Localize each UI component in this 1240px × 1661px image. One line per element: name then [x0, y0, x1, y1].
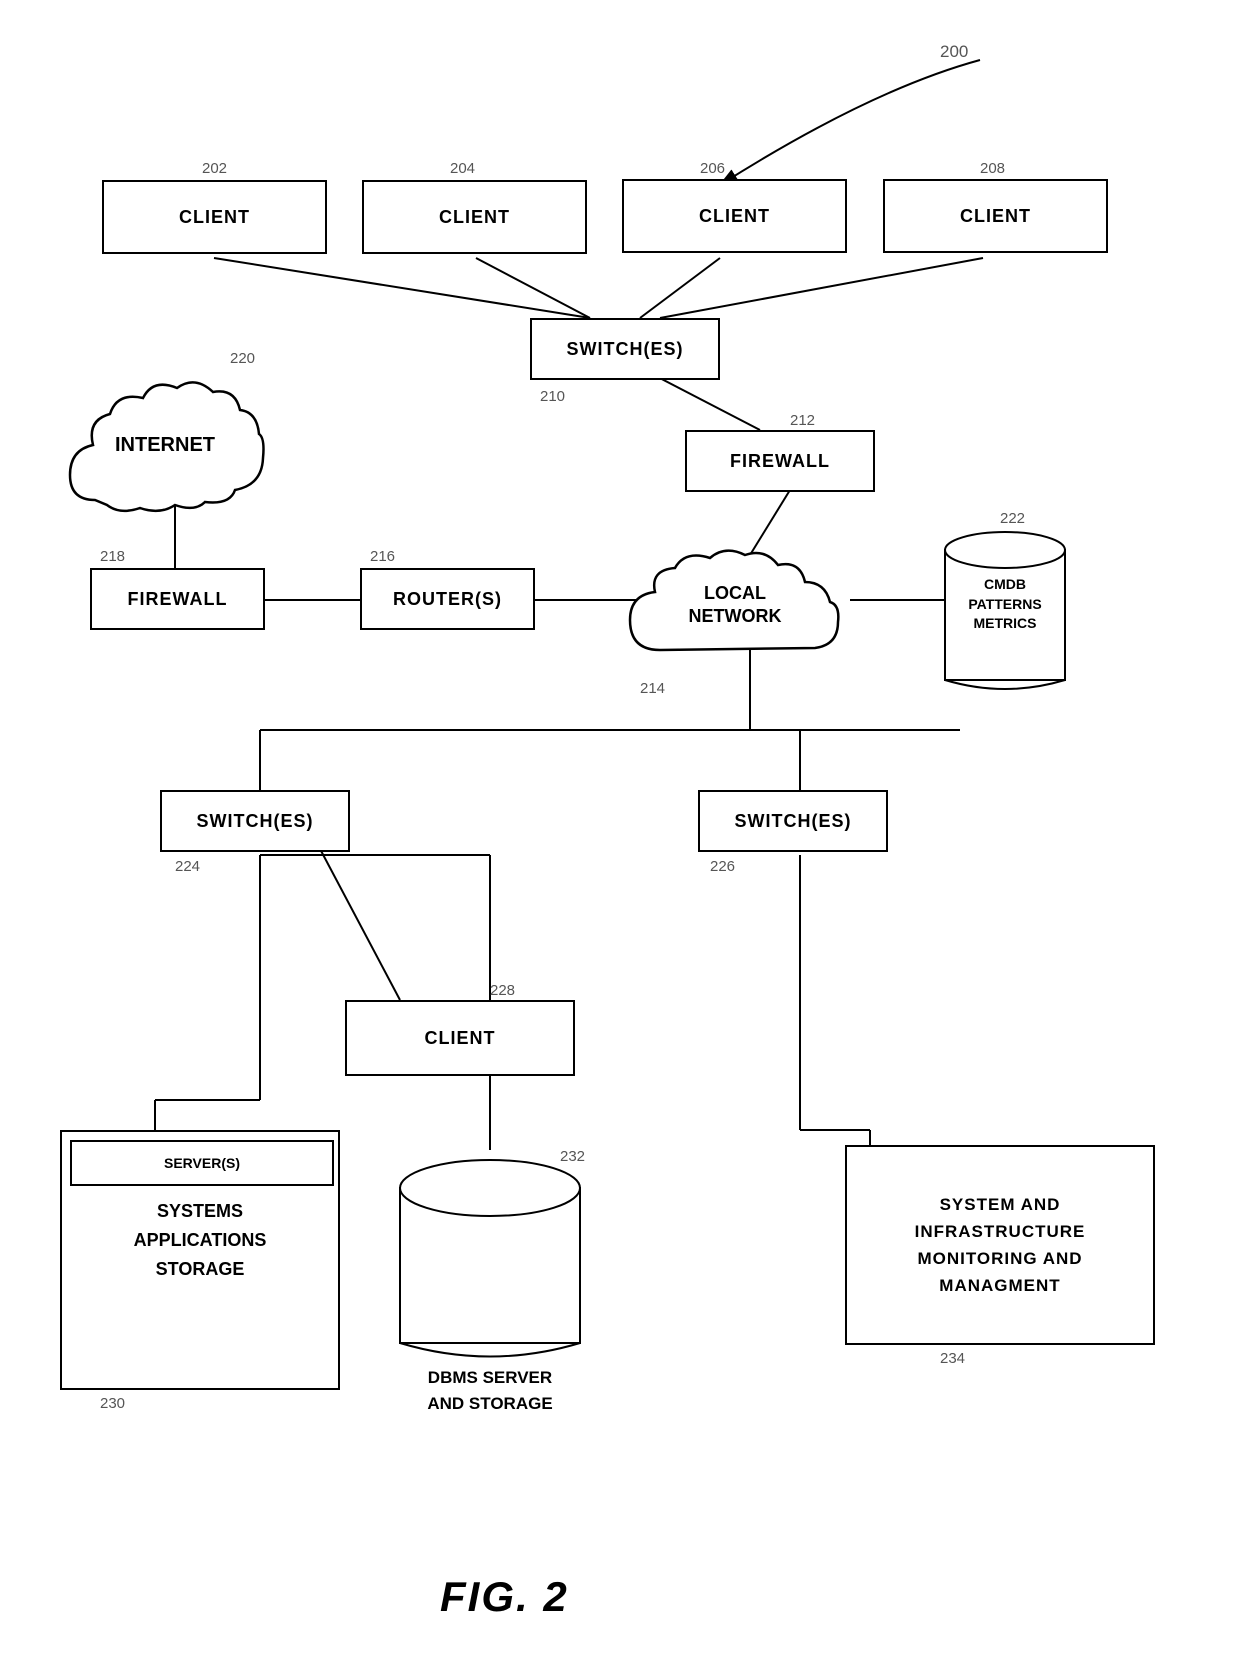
network-diagram: 200 CLIENT 202 CLIENT 204 CLIENT 206 CLI… [0, 0, 1240, 1661]
cmdb-cylinder: CMDBPATTERNSMETRICS [940, 520, 1070, 700]
client-3-box: CLIENT [622, 179, 847, 253]
ref-220: 220 [230, 350, 255, 367]
sysinfra-box: SYSTEM ANDINFRASTRUCTUREMONITORING ANDMA… [845, 1145, 1155, 1345]
ref-218: 218 [100, 548, 125, 565]
figure-label: FIG. 2 [440, 1573, 569, 1621]
ref-226: 226 [710, 858, 735, 875]
ref-208: 208 [980, 160, 1005, 177]
switches-right-box: SWITCH(ES) [698, 790, 888, 852]
local-network-cloud: LOCALNETWORK [620, 540, 850, 670]
ref-214: 214 [640, 680, 665, 697]
client-2-box: CLIENT [362, 180, 587, 254]
servers-header: SERVER(S) [70, 1140, 334, 1186]
ref-234: 234 [940, 1350, 965, 1367]
ref-212: 212 [790, 412, 815, 429]
switches-left-box: SWITCH(ES) [160, 790, 350, 852]
ref-222: 222 [1000, 510, 1025, 527]
dbms-cylinder: DBMS SERVERAND STORAGE [390, 1150, 590, 1370]
ref-228: 228 [490, 982, 515, 999]
ref-216: 216 [370, 548, 395, 565]
switches-top-box: SWITCH(ES) [530, 318, 720, 380]
router-box: ROUTER(S) [360, 568, 535, 630]
servers-box: SERVER(S) SYSTEMSAPPLICATIONSSTORAGE [60, 1130, 340, 1390]
firewall-top-box: FIREWALL [685, 430, 875, 492]
ref-210: 210 [540, 388, 565, 405]
ref-230: 230 [100, 1395, 125, 1412]
client-bottom-box: CLIENT [345, 1000, 575, 1076]
client-1-box: CLIENT [102, 180, 327, 254]
firewall-left-box: FIREWALL [90, 568, 265, 630]
ref-204: 204 [450, 160, 475, 177]
ref-232: 232 [560, 1148, 585, 1165]
ref-200: 200 [940, 42, 968, 62]
ref-206: 206 [700, 160, 725, 177]
client-4-box: CLIENT [883, 179, 1108, 253]
internet-cloud: INTERNET [65, 370, 265, 520]
ref-224: 224 [175, 858, 200, 875]
ref-202: 202 [202, 160, 227, 177]
